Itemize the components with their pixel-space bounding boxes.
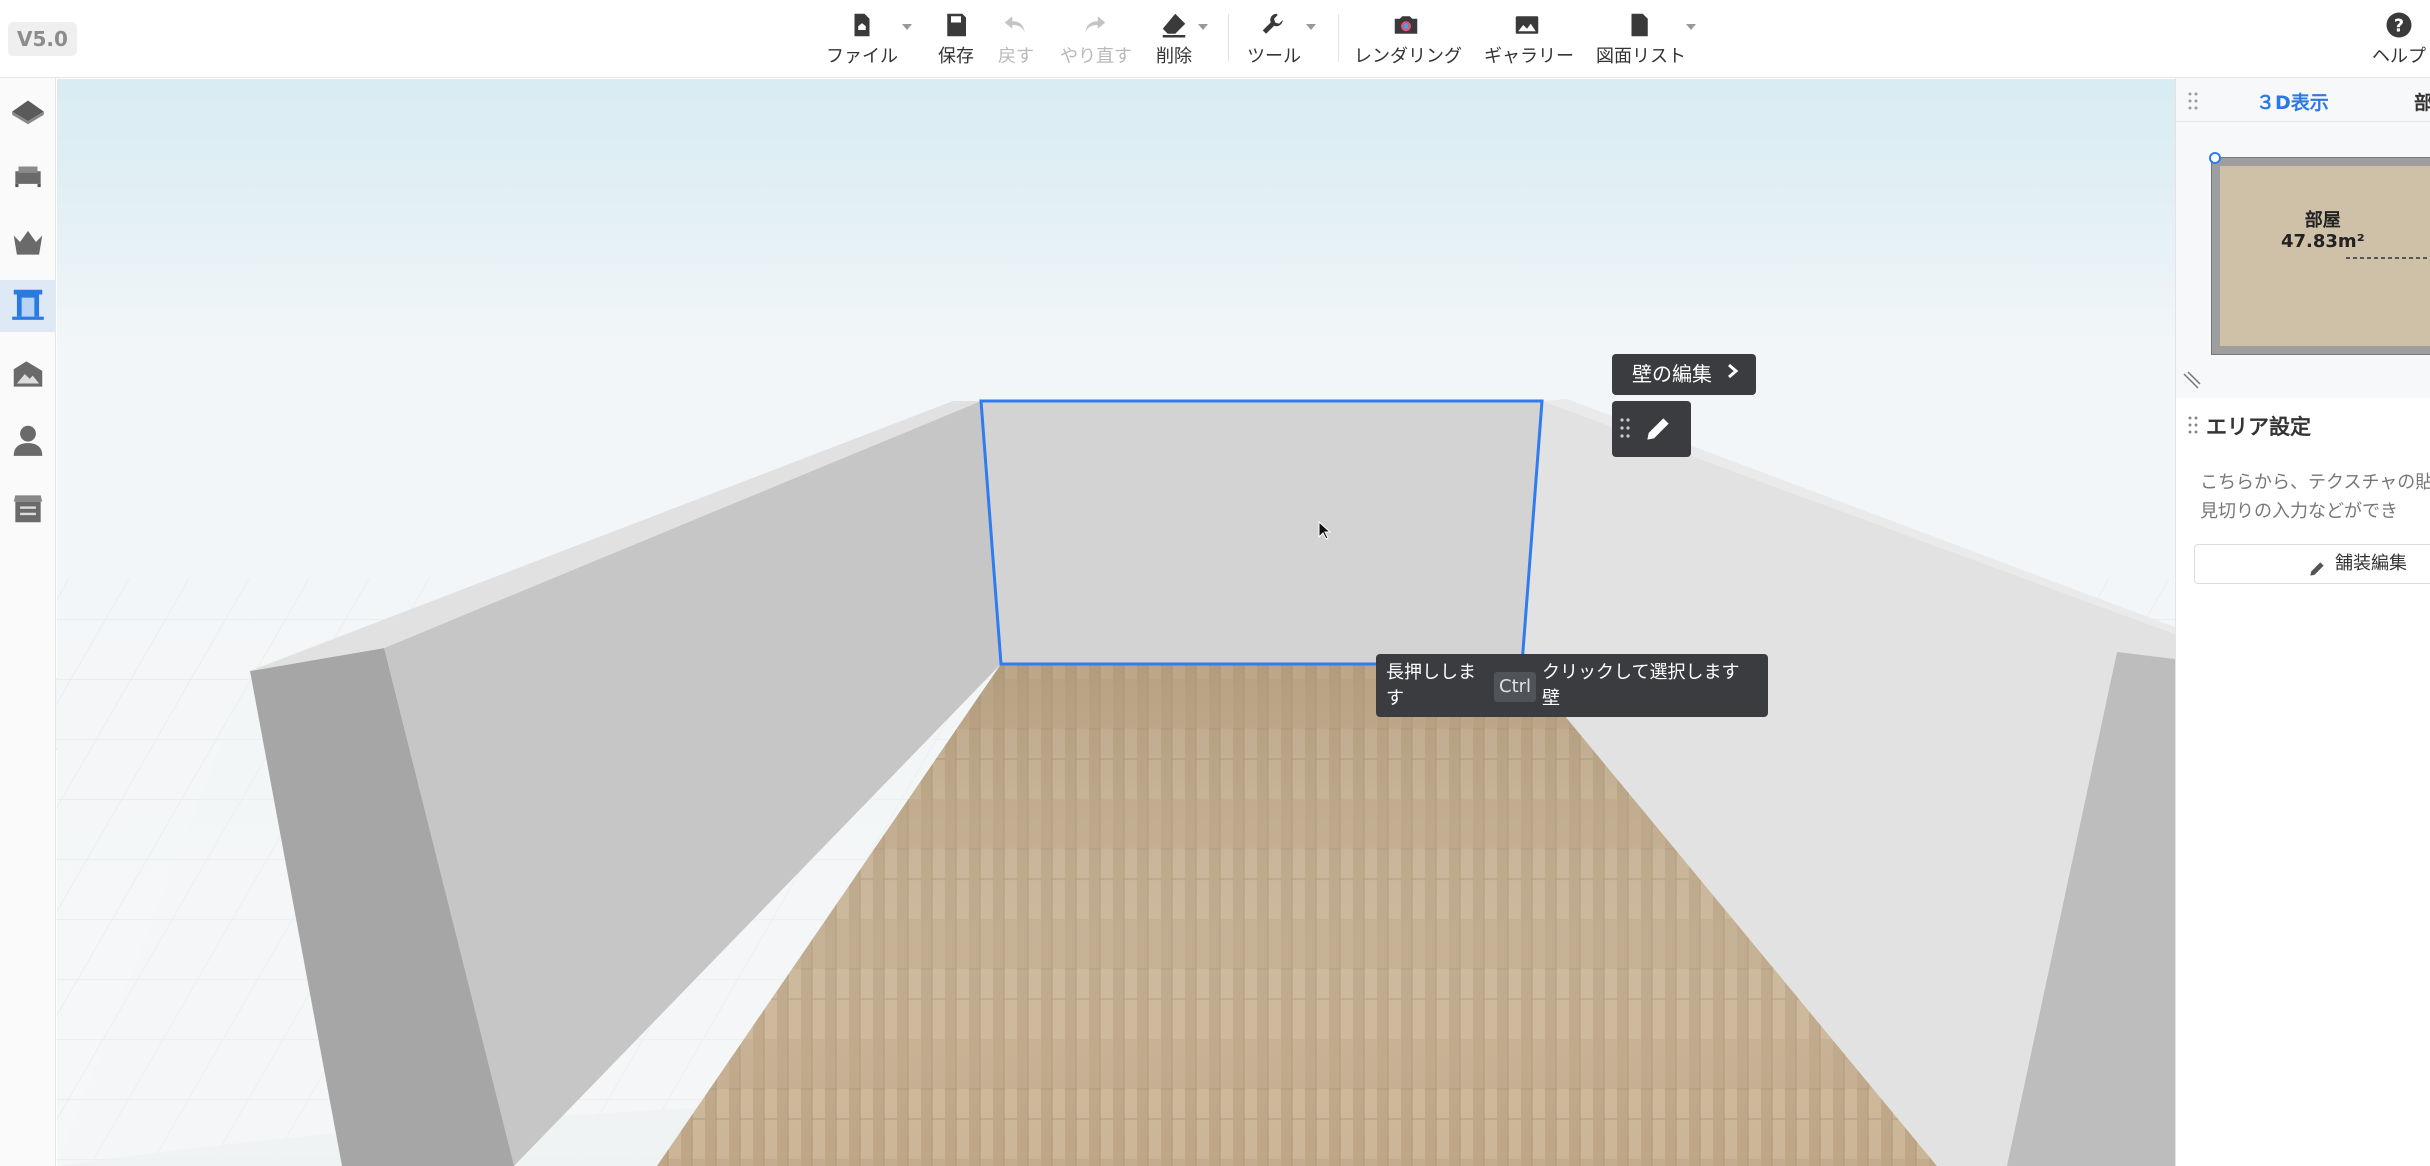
- drawing-list-dropdown-icon[interactable]: [1686, 24, 1696, 30]
- tools-dropdown-icon[interactable]: [1306, 24, 1316, 30]
- gallery-button[interactable]: ギャラリー: [1484, 10, 1574, 70]
- toolbar-divider: [1228, 14, 1229, 62]
- view-tabs: ３D表示 部: [2176, 78, 2430, 122]
- file-button[interactable]: ファイル: [824, 10, 900, 70]
- undo-icon: [996, 10, 1036, 40]
- pencil-icon: [2307, 555, 2327, 593]
- 3d-scene[interactable]: [57, 79, 2175, 1166]
- wall-tools-panel: [1612, 401, 1691, 457]
- sidebar-item-cabinet[interactable]: [6, 484, 50, 536]
- undo-button[interactable]: 戻す: [996, 10, 1036, 70]
- file-home-icon: [824, 10, 900, 40]
- area-settings-description: こちらから、テクスチャの貼 見切りの入力などができ: [2200, 472, 2430, 522]
- drag-handle-icon[interactable]: [1620, 417, 1630, 443]
- top-toolbar: V5.0 ファイル 保存 戻す やり直す 削除 ツール レンダリング ギャラリー…: [0, 0, 2430, 78]
- drag-handle-icon[interactable]: [2188, 91, 2198, 115]
- left-sidebar: [0, 78, 56, 1166]
- camera-icon: [1354, 10, 1458, 40]
- area-settings-title: エリア設定: [2206, 415, 2311, 439]
- wrench-icon: [1246, 10, 1302, 40]
- door-window-icon: [9, 285, 47, 327]
- tab-3d-view[interactable]: ３D表示: [2256, 88, 2329, 115]
- right-panel: ３D表示 部 部屋 47.83m² エリア設定 こちらから、テクスチャの貼 見切…: [2175, 78, 2430, 1166]
- delete-dropdown-icon[interactable]: [1198, 24, 1208, 30]
- wall-edit-button[interactable]: 壁の編集: [1612, 354, 1756, 395]
- sidebar-item-furniture[interactable]: [6, 152, 50, 204]
- sidebar-item-landscape[interactable]: [6, 350, 50, 402]
- svg-text:?: ?: [2394, 16, 2404, 36]
- drag-handle-icon[interactable]: [2188, 415, 2198, 439]
- eraser-icon: [1154, 10, 1194, 40]
- redo-icon: [1060, 10, 1128, 40]
- tools-button[interactable]: ツール: [1246, 10, 1302, 70]
- toolbar-divider: [1338, 14, 1339, 62]
- save-icon: [934, 10, 978, 40]
- room-label: 部屋 47.83m²: [2281, 210, 2365, 252]
- file-dropdown-icon[interactable]: [902, 24, 912, 30]
- redo-button[interactable]: やり直す: [1060, 10, 1132, 70]
- document-icon: [1596, 10, 1682, 40]
- version-badge: V5.0: [8, 22, 77, 56]
- area-settings-header: エリア設定: [2176, 402, 2430, 448]
- floor-plan-icon: [9, 91, 47, 133]
- sidebar-item-person[interactable]: [6, 416, 50, 468]
- sidebar-item-door-window[interactable]: [0, 280, 56, 332]
- ctrl-key-badge: Ctrl: [1494, 672, 1537, 702]
- paving-edit-button[interactable]: 舗装編集: [2194, 544, 2430, 584]
- 3d-viewport[interactable]: 壁の編集 長押しします Ctrl クリックして選択します 壁: [57, 79, 2175, 1166]
- chevron-right-icon: [1726, 354, 1740, 395]
- cabinet-icon: [9, 489, 47, 531]
- person-icon: [9, 421, 47, 463]
- landscape-icon: [9, 355, 47, 397]
- pencil-icon[interactable]: [1642, 413, 1674, 449]
- plan-overlay: [2183, 152, 2430, 389]
- drawing-list-button[interactable]: 図面リスト: [1596, 10, 1686, 70]
- sidebar-item-floor-plan[interactable]: [6, 86, 50, 138]
- furniture-icon: [9, 157, 47, 199]
- help-button[interactable]: ? ヘルプ: [2372, 10, 2426, 70]
- rendering-button[interactable]: レンダリング: [1354, 10, 1462, 70]
- decoration-icon: [9, 223, 47, 265]
- floor-plan-minimap[interactable]: 部屋 47.83m²: [2176, 122, 2430, 398]
- help-icon: ?: [2372, 10, 2426, 40]
- selection-tooltip: 長押しします Ctrl クリックして選択します 壁: [1376, 654, 1768, 717]
- tab-room[interactable]: 部: [2414, 88, 2430, 115]
- save-button[interactable]: 保存: [934, 10, 978, 70]
- sidebar-item-decoration[interactable]: [6, 218, 50, 270]
- delete-button[interactable]: 削除: [1154, 10, 1194, 70]
- image-icon: [1484, 10, 1570, 40]
